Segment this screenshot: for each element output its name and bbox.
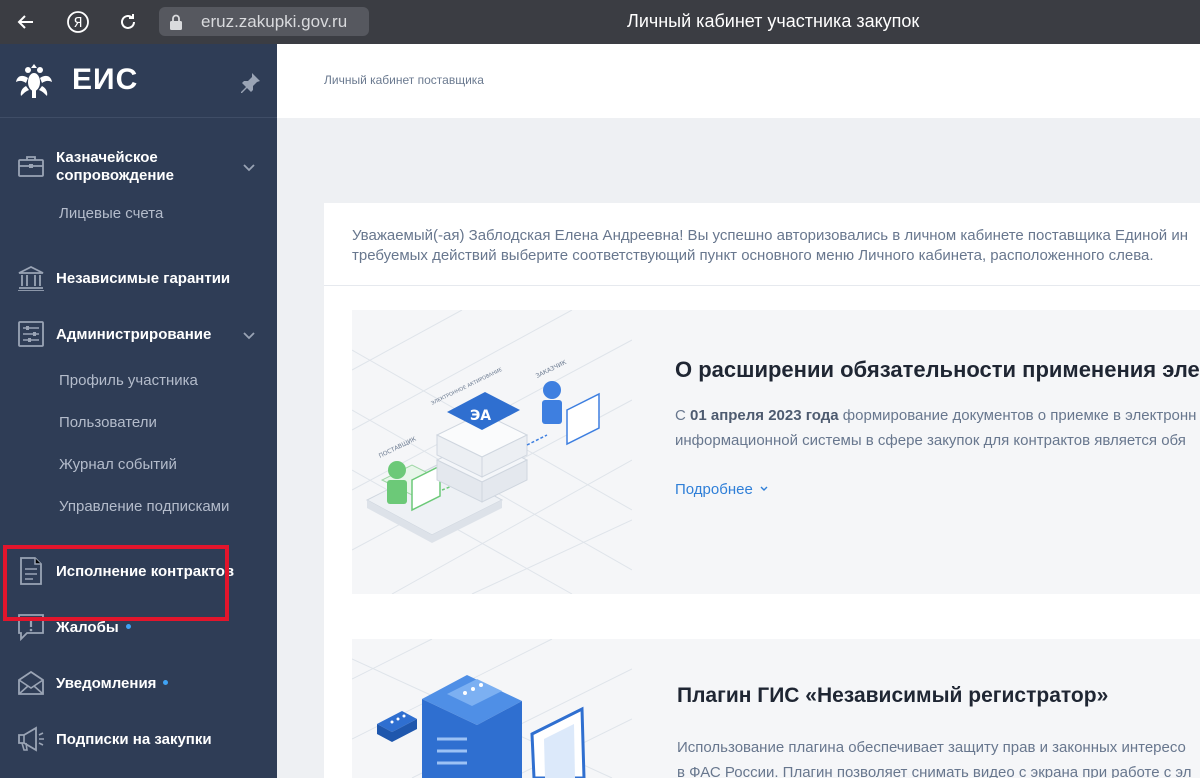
sidebar-subitem-accounts[interactable]: Лицевые счета: [59, 205, 163, 222]
sidebar-subitem-subscriptions[interactable]: Управление подписками: [59, 498, 229, 515]
address-bar[interactable]: eruz.zakupki.gov.ru: [159, 7, 369, 36]
chevron-down-icon[interactable]: [240, 326, 258, 344]
sidebar-item-label: Жалобы: [56, 619, 131, 637]
highlight-box: [3, 545, 229, 621]
svg-text:Я: Я: [73, 16, 82, 31]
notification-dot: [163, 679, 169, 685]
sidebar-item-label: Подписки на закупки: [56, 731, 212, 748]
sidebar-item-label: Независимые гарантии: [56, 270, 231, 287]
welcome-card: Уважаемый(-ая) Заблодская Елена Андреевн…: [324, 203, 1200, 778]
reload-icon: [121, 14, 135, 29]
divider: [0, 117, 277, 118]
sidebar-item-label: Казначейское сопровождение: [56, 149, 175, 184]
sidebar-item-guarantees[interactable]: Независимые гарантии: [0, 263, 277, 295]
reload-button[interactable]: [114, 8, 142, 36]
ea-badge: ЭА: [470, 408, 491, 424]
chevron-down-icon: [760, 486, 768, 491]
breadcrumb[interactable]: Личный кабинет поставщика: [324, 73, 484, 87]
logo-text: ЕИС: [72, 63, 139, 96]
browser-toolbar: Я eruz.zakupki.gov.ru Личный кабинет уча…: [0, 0, 1200, 44]
chevron-down-icon[interactable]: [240, 158, 258, 176]
notification-dot: [125, 623, 131, 629]
settings-sliders-icon: [16, 319, 46, 349]
arrow-left-icon: [17, 15, 33, 29]
envelope-icon: [16, 668, 46, 698]
news-title[interactable]: О расширении обязательности применения э…: [675, 357, 1200, 383]
news-text: Использование плагина обеспечивает защит…: [677, 739, 1192, 778]
divider: [324, 285, 1200, 286]
megaphone-icon: [16, 724, 46, 754]
logo[interactable]: ЕИС: [0, 44, 277, 117]
sidebar-subitem-users[interactable]: Пользователи: [59, 414, 157, 431]
yandex-button[interactable]: Я: [64, 8, 92, 36]
sidebar-item-purchase-subscriptions[interactable]: Подписки на закупки: [0, 724, 277, 756]
e-acceptance-illustration: ПОСТАВЩИК ЭА ЭЛЕКТРОННОЕ АКТИРОВАНИЕ ЗАК…: [352, 310, 632, 594]
sidebar-item-administration[interactable]: Администрирование: [0, 319, 277, 351]
greeting-text: Уважаемый(-ая) Заблодская Елена Андреевн…: [352, 227, 1188, 264]
url-text: eruz.zakupki.gov.ru: [201, 11, 348, 31]
sidebar-subitem-event-log[interactable]: Журнал событий: [59, 456, 177, 473]
supplier-label: ПОСТАВЩИК: [378, 435, 418, 459]
bank-icon: [16, 263, 46, 293]
back-button[interactable]: [12, 8, 40, 36]
news-item: ПОСТАВЩИК ЭА ЭЛЕКТРОННОЕ АКТИРОВАНИЕ ЗАК…: [352, 310, 1200, 594]
yandex-icon: Я: [67, 11, 89, 33]
sidebar: ЕИС Казначейское сопровождение Лицевые с…: [0, 44, 277, 778]
sidebar-item-notifications[interactable]: Уведомления: [0, 668, 277, 700]
sidebar-item-treasury[interactable]: Казначейское сопровождение: [0, 142, 277, 192]
news-text: С 01 апреля 2023 года формирование докум…: [675, 407, 1197, 449]
registrator-plugin-illustration: [352, 639, 632, 778]
page-title: Личный кабинет участника закупок: [627, 11, 920, 31]
pin-icon[interactable]: [237, 70, 263, 96]
main-header: Личный кабинет поставщика: [277, 44, 1200, 118]
briefcase-icon: [16, 151, 46, 181]
more-link[interactable]: Подробнее: [675, 481, 769, 498]
news-item: Плагин ГИС «Независимый регистратор» Исп…: [352, 639, 1200, 778]
sidebar-subitem-profile[interactable]: Профиль участника: [59, 372, 198, 389]
sidebar-item-label: Уведомления: [56, 675, 169, 693]
news-title[interactable]: Плагин ГИС «Независимый регистратор»: [677, 684, 1108, 708]
sidebar-item-label: Администрирование: [56, 326, 212, 343]
eagle-emblem-icon: [16, 64, 52, 98]
lock-icon: [167, 13, 185, 31]
